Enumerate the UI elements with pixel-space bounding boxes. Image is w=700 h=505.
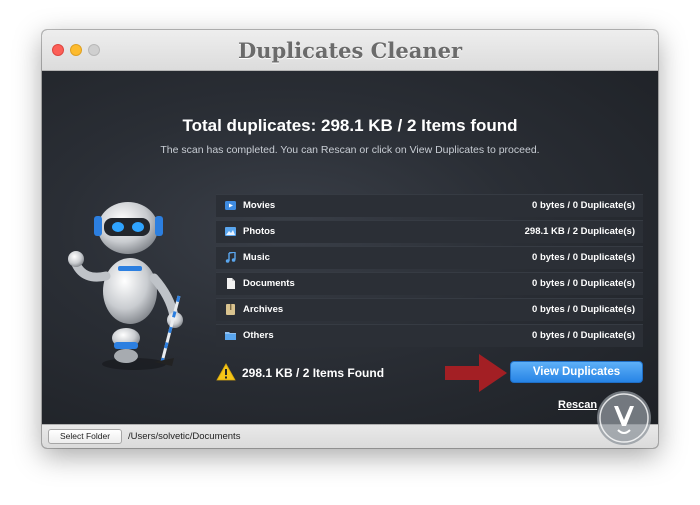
app-window: Duplicates Cleaner Total duplicates: 298… bbox=[42, 30, 658, 448]
category-label: Photos bbox=[243, 226, 276, 237]
scan-complete-message: The scan has completed. You can Rescan o… bbox=[160, 144, 540, 156]
category-label: Documents bbox=[243, 278, 295, 289]
category-label: Archives bbox=[243, 304, 284, 315]
category-row-documents[interactable]: Documents 0 bytes / 0 Duplicate(s) bbox=[216, 272, 643, 295]
photo-icon bbox=[225, 227, 236, 236]
category-value: 298.1 KB / 2 Duplicate(s) bbox=[524, 226, 635, 237]
category-value: 0 bytes / 0 Duplicate(s) bbox=[532, 278, 635, 289]
watermark-logo-icon bbox=[597, 391, 651, 445]
robot-mascot-icon bbox=[68, 202, 183, 370]
others-icon bbox=[225, 332, 236, 340]
items-found-summary: 298.1 KB / 2 Items Found bbox=[242, 366, 385, 380]
category-list: Movies 0 bytes / 0 Duplicate(s) Photos 2… bbox=[216, 194, 643, 350]
warning-icon bbox=[216, 363, 236, 381]
document-icon bbox=[227, 278, 235, 289]
arrow-right-icon bbox=[445, 354, 507, 392]
category-value: 0 bytes / 0 Duplicate(s) bbox=[532, 252, 635, 263]
category-value: 0 bytes / 0 Duplicate(s) bbox=[532, 304, 635, 315]
select-folder-button[interactable]: Select Folder bbox=[48, 429, 122, 444]
category-label: Music bbox=[243, 252, 270, 263]
window-title: Duplicates Cleaner bbox=[237, 38, 463, 63]
category-label: Others bbox=[243, 330, 274, 341]
rescan-link[interactable]: Rescan bbox=[558, 399, 597, 411]
movie-icon bbox=[225, 201, 236, 210]
music-icon bbox=[225, 252, 236, 263]
category-row-music[interactable]: Music 0 bytes / 0 Duplicate(s) bbox=[216, 246, 643, 269]
category-value: 0 bytes / 0 Duplicate(s) bbox=[532, 200, 635, 211]
view-duplicates-button[interactable]: View Duplicates bbox=[510, 361, 643, 383]
main-panel: Total duplicates: 298.1 KB / 2 Items fou… bbox=[42, 71, 658, 424]
total-duplicates-heading: Total duplicates: 298.1 KB / 2 Items fou… bbox=[182, 116, 518, 135]
category-row-movies[interactable]: Movies 0 bytes / 0 Duplicate(s) bbox=[216, 194, 643, 217]
archive-icon bbox=[226, 304, 235, 315]
title-bar: Duplicates Cleaner bbox=[42, 30, 658, 71]
status-bar: Select Folder /Users/solvetic/Documents bbox=[42, 424, 658, 448]
category-row-others[interactable]: Others 0 bytes / 0 Duplicate(s) bbox=[216, 324, 643, 347]
category-value: 0 bytes / 0 Duplicate(s) bbox=[532, 330, 635, 341]
folder-path: /Users/solvetic/Documents bbox=[128, 431, 241, 442]
category-label: Movies bbox=[243, 200, 276, 211]
category-row-archives[interactable]: Archives 0 bytes / 0 Duplicate(s) bbox=[216, 298, 643, 321]
category-row-photos[interactable]: Photos 298.1 KB / 2 Duplicate(s) bbox=[216, 220, 643, 243]
